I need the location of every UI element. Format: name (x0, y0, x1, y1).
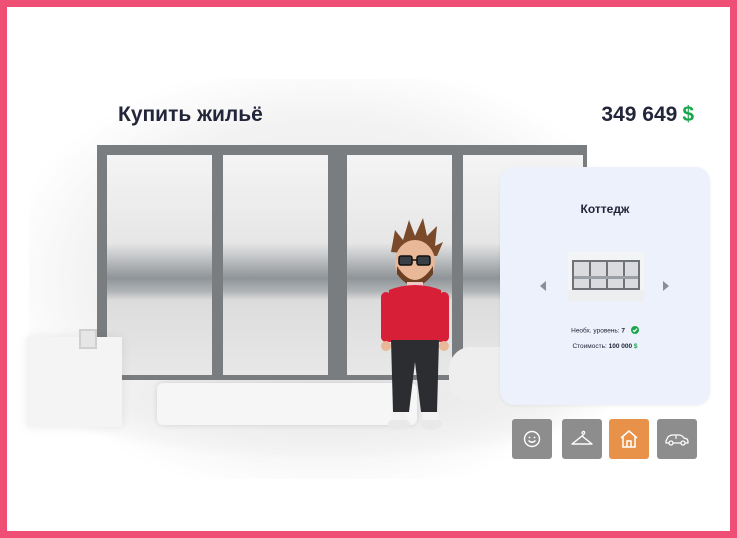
balance-amount: 349 649 (601, 103, 678, 126)
cost-value: 100 000 (608, 343, 633, 350)
cost-currency: $ (633, 343, 638, 350)
balance-display: 349 649 $ (601, 103, 694, 127)
game-screen: Купить жильё 349 649 $ Коттедж Необх. ур… (0, 0, 737, 538)
window-pane (223, 155, 328, 375)
tab-appearance[interactable] (512, 419, 552, 459)
cost-row: Стоимость: 100 000 $ (500, 343, 710, 350)
previous-house-arrow-icon[interactable] (540, 281, 546, 291)
house-name: Коттедж (580, 202, 630, 216)
tab-clothes[interactable] (562, 419, 602, 459)
required-level-row: Необх. уровень: 7 (500, 326, 710, 335)
car-icon (665, 434, 689, 446)
balance-currency: $ (682, 103, 694, 126)
house-icon (620, 430, 638, 448)
window-pane (107, 155, 212, 375)
cost-label: Стоимость: (572, 343, 607, 350)
tab-housing[interactable] (609, 419, 649, 459)
hanger-icon (571, 430, 593, 445)
required-level-label: Необх. уровень: (571, 327, 620, 335)
side-cabinet (27, 337, 122, 427)
house-preview-image (568, 252, 644, 302)
required-level-value: 7 (621, 327, 626, 335)
smiley-icon (523, 430, 541, 448)
picture-frame (79, 329, 97, 349)
player-avatar (377, 212, 457, 444)
checkmark-icon (630, 326, 639, 334)
tab-vehicles[interactable] (657, 419, 697, 459)
house-card: Коттедж Необх. уровень: 7 Стоимость: 100… (500, 167, 710, 405)
page-title: Купить жильё (118, 103, 263, 126)
next-house-arrow-icon[interactable] (663, 281, 669, 291)
